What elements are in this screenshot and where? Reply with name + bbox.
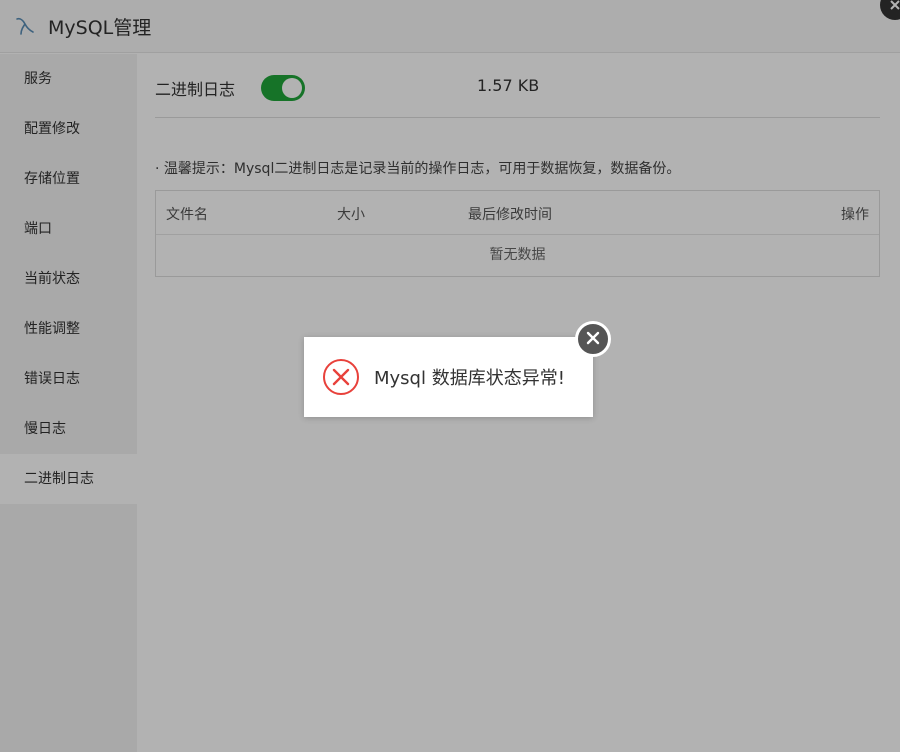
error-message-dialog: Mysql 数据库状态异常! [304, 321, 611, 417]
dialog-close-button[interactable] [575, 321, 611, 357]
close-icon [586, 330, 600, 349]
error-message-text: Mysql 数据库状态异常! [374, 368, 565, 389]
error-x-icon [322, 358, 360, 396]
